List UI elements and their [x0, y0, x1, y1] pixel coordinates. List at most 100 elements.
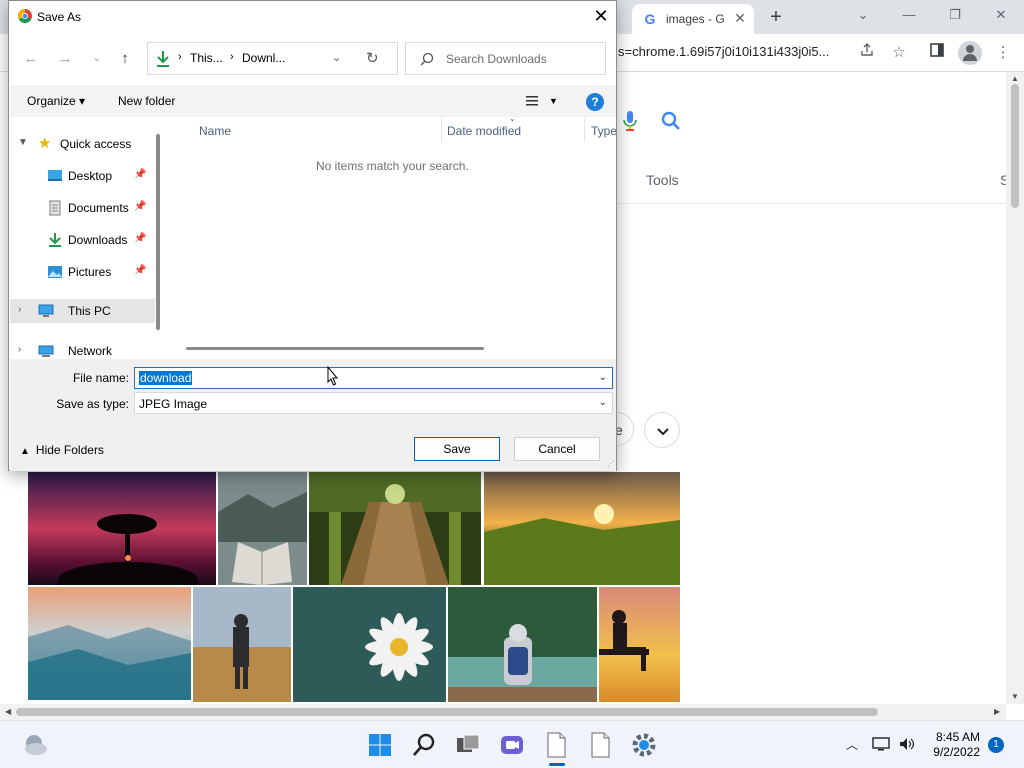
refresh-icon[interactable]: ↻ — [366, 49, 379, 67]
dialog-title: Save As — [37, 10, 82, 24]
page-horizontal-scrollbar[interactable]: ◀ ▶ — [0, 704, 1006, 720]
voice-search-icon[interactable] — [622, 110, 638, 132]
display-icon[interactable] — [872, 736, 890, 755]
chat-icon[interactable] — [496, 729, 528, 761]
task-view-icon[interactable] — [452, 729, 484, 761]
save-as-type-select[interactable]: JPEG Image ⌄ — [134, 392, 613, 414]
window-close-button[interactable]: ✕ — [986, 4, 1016, 26]
hide-folders-toggle[interactable]: ▲ Hide Folders — [20, 443, 104, 457]
weather-widget-icon[interactable] — [20, 729, 52, 761]
help-icon[interactable]: ? — [586, 93, 604, 111]
column-type[interactable]: Type — [591, 124, 617, 138]
file-name-dropdown-icon[interactable]: ⌄ — [599, 372, 607, 383]
nav-pictures[interactable]: Pictures 📌 — [10, 260, 150, 284]
scroll-up-icon[interactable]: ▲ — [1011, 74, 1019, 83]
minimize-button[interactable]: — — [894, 4, 924, 26]
restore-button[interactable]: ❐ — [940, 4, 970, 26]
nav-this-pc[interactable]: › This PC — [10, 299, 155, 323]
new-tab-button[interactable]: + — [764, 6, 788, 30]
file-list-horizontal-scrollbar[interactable] — [186, 347, 484, 350]
volume-icon[interactable] — [898, 736, 916, 755]
column-date-modified[interactable]: Date modified — [447, 124, 521, 138]
expand-chevron-icon[interactable]: › — [18, 304, 21, 315]
system-clock[interactable]: 8:45 AM 9/2/2022 — [924, 730, 980, 760]
pin-icon: 📌 — [134, 265, 147, 276]
search-icon[interactable] — [408, 729, 440, 761]
nav-downloads[interactable]: Downloads 📌 — [10, 228, 150, 252]
expand-chips-button[interactable] — [644, 412, 680, 448]
back-arrow-icon[interactable]: ← — [21, 49, 41, 69]
profile-avatar[interactable] — [958, 41, 982, 65]
scroll-thumb[interactable] — [1011, 84, 1019, 208]
view-dropdown-icon[interactable]: ▼ — [549, 96, 558, 106]
google-search-icon[interactable] — [660, 110, 682, 132]
tab-list-button[interactable]: ⌄ — [848, 4, 878, 26]
nav-desktop[interactable]: Desktop 📌 — [10, 164, 150, 188]
bookmark-star-icon[interactable]: ☆ — [888, 42, 910, 64]
image-result-daisy[interactable] — [293, 587, 446, 702]
save-as-type-dropdown-icon[interactable]: ⌄ — [599, 397, 607, 408]
tools-tab[interactable]: Tools — [646, 172, 679, 188]
scroll-thumb[interactable] — [16, 708, 878, 716]
column-divider[interactable] — [584, 118, 585, 142]
search-downloads-box[interactable]: Search Downloads — [405, 42, 606, 75]
breadcrumb-downloads[interactable]: Downl... — [242, 51, 285, 65]
up-arrow-icon[interactable]: ↑ — [115, 49, 135, 69]
nav-pane-scrollbar[interactable] — [156, 134, 160, 330]
cancel-button[interactable]: Cancel — [514, 437, 600, 461]
notification-badge[interactable]: 1 — [988, 737, 1004, 753]
address-breadcrumb-bar[interactable]: › This... › Downl... ⌄ ↻ — [147, 42, 398, 75]
view-options-icon[interactable] — [525, 94, 539, 108]
documents-icon — [49, 200, 61, 216]
nav-quick-access[interactable]: ▼ ★ Quick access — [10, 132, 150, 156]
file-name-value[interactable]: download — [139, 371, 193, 385]
image-result-misty-mountains[interactable] — [28, 587, 191, 700]
organize-button[interactable]: Organize ▾ — [27, 94, 85, 108]
scroll-right-icon[interactable]: ▶ — [994, 707, 1000, 716]
tray-overflow-chevron-icon[interactable]: ︿ — [846, 736, 858, 753]
document-app-icon[interactable] — [584, 729, 616, 761]
file-name-input[interactable]: download ⌄ — [134, 367, 613, 389]
recent-locations-icon[interactable]: ⌄ — [87, 49, 107, 69]
breadcrumb-this-pc[interactable]: This... — [190, 51, 223, 65]
file-name-label: File name: — [72, 371, 129, 385]
side-panel-icon[interactable] — [926, 42, 948, 64]
pin-icon: 📌 — [134, 201, 147, 212]
image-result-tree-sunset[interactable] — [28, 472, 216, 585]
image-result-lake-hiker[interactable] — [448, 587, 597, 702]
start-button-icon[interactable] — [364, 729, 396, 761]
address-bar-url[interactable]: s=chrome.1.69i57j0i10i131i433j0i5... — [618, 44, 848, 59]
dialog-close-button[interactable]: ✕ — [589, 5, 613, 27]
expand-chevron-icon[interactable]: › — [18, 344, 21, 355]
collapse-chevron-icon[interactable]: ▼ — [18, 137, 28, 148]
image-result-book[interactable] — [218, 472, 307, 585]
nav-documents[interactable]: Documents 📌 — [10, 196, 150, 220]
navigation-pane: ▼ ★ Quick access Desktop 📌 Documents 📌 D… — [10, 118, 162, 358]
resize-grip-icon[interactable]: ⋰ — [607, 459, 615, 468]
tab-close-icon[interactable]: ✕ — [732, 10, 748, 26]
tab-images[interactable]: G images - G ✕ — [632, 4, 754, 34]
sort-chevron-icon: ⌄ — [509, 114, 516, 123]
image-result-man-in-field[interactable] — [193, 587, 291, 702]
chevron-up-icon: ▲ — [20, 446, 30, 457]
chrome-menu-icon[interactable]: ⋮ — [992, 42, 1014, 64]
new-folder-button[interactable]: New folder — [118, 94, 175, 108]
downloads-icon — [49, 233, 61, 247]
image-result-golden-meadow[interactable] — [484, 472, 680, 585]
column-divider[interactable] — [441, 118, 442, 142]
column-name[interactable]: Name — [199, 124, 231, 138]
address-dropdown-icon[interactable]: ⌄ — [332, 51, 341, 64]
scroll-down-icon[interactable]: ▼ — [1011, 692, 1019, 701]
forward-arrow-icon[interactable]: → — [55, 49, 75, 69]
document-app-icon[interactable] — [540, 729, 572, 761]
pictures-icon — [48, 266, 62, 278]
share-icon[interactable] — [856, 42, 878, 64]
image-result-mossy-bridge[interactable] — [309, 472, 481, 585]
command-bar: Organize ▾ New folder ▼ ? — [10, 85, 616, 117]
file-list: Name Date modified ⌄ Type No items match… — [166, 114, 617, 356]
scroll-left-icon[interactable]: ◀ — [5, 707, 11, 716]
settings-gear-icon[interactable] — [628, 729, 660, 761]
image-result-sitting-silhouette[interactable] — [599, 587, 680, 702]
page-vertical-scrollbar[interactable]: ▲ ▼ — [1006, 72, 1024, 704]
save-button[interactable]: Save — [414, 437, 500, 461]
